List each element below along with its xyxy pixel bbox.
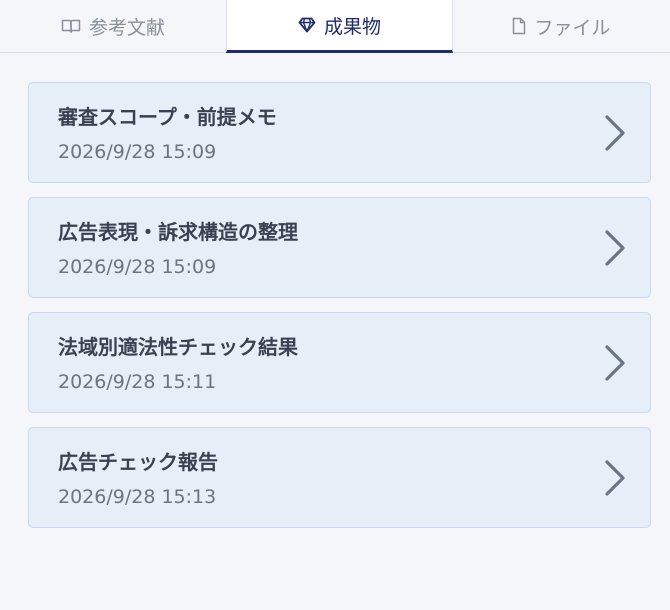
item-timestamp: 2026/9/28 15:09	[58, 141, 217, 163]
tab-label: 成果物	[323, 15, 381, 38]
tab-label: ファイル	[534, 16, 611, 39]
chevron-right-icon	[605, 115, 625, 151]
item-title: 審査スコープ・前提メモ	[58, 105, 277, 129]
list-item[interactable]: 広告チェック報告 2026/9/28 15:13	[28, 427, 651, 528]
chevron-right-icon	[605, 345, 625, 381]
item-title: 法域別適法性チェック結果	[58, 335, 298, 359]
deliverables-list: 審査スコープ・前提メモ 2026/9/28 15:09 広告表現・訴求構造の整理…	[28, 82, 651, 542]
tab-bar: 参考文献 成果物 ファイル	[0, 0, 670, 53]
tab-deliverables[interactable]: 成果物	[226, 0, 453, 53]
diamond-icon	[298, 17, 316, 33]
list-item[interactable]: 審査スコープ・前提メモ 2026/9/28 15:09	[28, 82, 651, 183]
list-item[interactable]: 法域別適法性チェック結果 2026/9/28 15:11	[28, 312, 651, 413]
item-timestamp: 2026/9/28 15:11	[58, 371, 217, 393]
tab-files[interactable]: ファイル	[453, 0, 670, 52]
item-title: 広告チェック報告	[58, 450, 218, 474]
item-timestamp: 2026/9/28 15:09	[58, 256, 217, 278]
book-icon	[61, 18, 81, 34]
file-icon	[512, 17, 526, 35]
tab-label: 参考文献	[88, 16, 165, 39]
item-timestamp: 2026/9/28 15:13	[58, 486, 217, 508]
chevron-right-icon	[605, 460, 625, 496]
item-title: 広告表現・訴求構造の整理	[58, 220, 298, 244]
list-item[interactable]: 広告表現・訴求構造の整理 2026/9/28 15:09	[28, 197, 651, 298]
tab-references[interactable]: 参考文献	[0, 0, 226, 52]
chevron-right-icon	[605, 230, 625, 266]
